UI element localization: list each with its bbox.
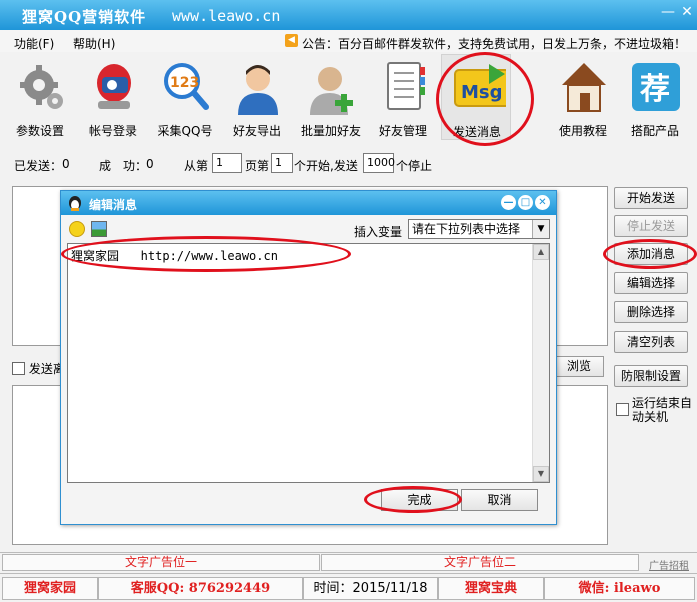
- send-count-input[interactable]: 1000: [363, 153, 395, 173]
- tool-batch-add[interactable]: 批量加好友: [296, 54, 366, 140]
- recommend-icon-text: 荐: [640, 72, 670, 107]
- user-icon: [238, 65, 278, 115]
- clear-list-button[interactable]: 清空列表: [614, 331, 688, 353]
- scroll-up-arrow-icon[interactable]: ▲: [533, 244, 549, 260]
- penguin-icon: [69, 196, 81, 211]
- stop-send-button[interactable]: 停止发送: [614, 215, 688, 237]
- auto-shutdown-label: 运行结束自动关机: [632, 396, 693, 424]
- insert-variable-label: 插入变量: [354, 225, 403, 239]
- cancel-button[interactable]: 取消: [461, 489, 538, 511]
- tool-export-friends[interactable]: 好友导出: [222, 54, 292, 140]
- anti-limit-settings-button[interactable]: 防限制设置: [614, 365, 688, 387]
- ad-slot-two[interactable]: 文字广告位二: [321, 554, 639, 571]
- app-title: 狸窝QQ营销软件: [22, 8, 147, 26]
- success-value: 0: [146, 157, 154, 171]
- qq-login-icon: [97, 64, 131, 109]
- recommend-icon: 荐: [632, 63, 680, 111]
- tool-label: 参数设置: [15, 124, 64, 138]
- insert-variable-select[interactable]: 请在下拉列表中选择 ▼: [408, 219, 550, 239]
- start-send-button[interactable]: 开始发送: [614, 187, 688, 209]
- tool-login[interactable]: 帐号登录: [78, 54, 148, 140]
- scroll-down-arrow-icon[interactable]: ▼: [533, 466, 549, 482]
- tool-bundle-products[interactable]: 荐 搭配产品: [620, 54, 690, 140]
- toolbar: 参数设置 帐号登录 123 采集QQ号 好友导出 批量加好友 好友管理 Msg …: [0, 52, 697, 142]
- app-url: www.leawo.cn: [172, 7, 281, 25]
- annotation-ring-finish: [364, 486, 462, 513]
- treasure-link[interactable]: 狸窝宝典: [438, 577, 544, 600]
- minimize-button[interactable]: —: [659, 4, 677, 22]
- dialog-maximize-button[interactable]: □: [518, 195, 533, 210]
- start-send-label: 个开始,发送: [294, 159, 358, 173]
- ad-bar: 文字广告位一 文字广告位二 广告招租: [0, 552, 697, 572]
- message-editor[interactable]: 狸窝家园 http://www.leawo.cn ▲ ▼: [67, 243, 550, 483]
- tool-collect-qq[interactable]: 123 采集QQ号: [150, 54, 220, 140]
- send-offline-checkbox[interactable]: [12, 362, 25, 375]
- emoji-icon[interactable]: [69, 221, 85, 237]
- edit-selected-button[interactable]: 编辑选择: [614, 272, 688, 294]
- announcement-text: 公告：百分百邮件群发软件，支持免费试用，日发上万条，不进垃圾箱！: [302, 37, 687, 51]
- ad-slot-one[interactable]: 文字广告位一: [2, 554, 320, 571]
- menu-help[interactable]: 帮助(H): [73, 35, 115, 52]
- magnifier-123-icon: 123: [164, 63, 209, 110]
- tool-tutorial[interactable]: 使用教程: [548, 54, 618, 140]
- browse-button[interactable]: 浏览: [554, 356, 604, 377]
- ad-rent-link[interactable]: 广告招租: [649, 557, 689, 572]
- chevron-down-icon[interactable]: ▼: [532, 220, 549, 238]
- menu-bar: 功能(F) 帮助(H) ◀ 公告：百分百邮件群发软件，支持免费试用，日发上万条，…: [0, 30, 697, 52]
- time-display: 时间：2015/11/18: [303, 577, 438, 600]
- send-offline-option[interactable]: 发送离: [12, 360, 65, 377]
- tool-label: 搭配产品: [630, 124, 679, 138]
- page-suffix-label: 页第: [245, 159, 270, 173]
- success-label: 成 功：: [99, 159, 148, 173]
- dialog-title-bar[interactable]: 编辑消息 — □ ✕: [61, 191, 556, 215]
- auto-shutdown-checkbox[interactable]: [616, 403, 629, 416]
- tool-label: 好友导出: [232, 124, 281, 138]
- tool-settings[interactable]: 参数设置: [5, 54, 75, 140]
- insert-variable-value: 请在下拉列表中选择: [412, 222, 521, 236]
- stats-bar: 已发送： 0 成 功： 0 从第 1 页第 1 个开始,发送 1000 个停止: [0, 150, 697, 178]
- dialog-close-button[interactable]: ✕: [535, 195, 550, 210]
- tool-label: 使用教程: [558, 124, 607, 138]
- sent-value: 0: [62, 157, 70, 171]
- from-page-label: 从第: [184, 159, 209, 173]
- stop-label: 个停止: [396, 159, 433, 173]
- gear-icon: [20, 65, 63, 109]
- delete-selected-button[interactable]: 删除选择: [614, 301, 688, 323]
- house-icon: [562, 63, 606, 112]
- service-qq[interactable]: 客服QQ: 876292449: [98, 577, 303, 600]
- from-page-input[interactable]: 1: [212, 153, 242, 173]
- tool-label: 好友管理: [378, 124, 427, 138]
- menu-function[interactable]: 功能(F): [14, 35, 54, 52]
- title-bar: 狸窝QQ营销软件 www.leawo.cn — ✕: [0, 0, 697, 30]
- add-user-icon: [310, 67, 353, 115]
- svg-text:123: 123: [170, 75, 199, 91]
- wechat-id[interactable]: 微信: ileawo: [544, 577, 695, 600]
- tool-friend-manage[interactable]: 好友管理: [368, 54, 438, 140]
- address-book-icon: [387, 62, 425, 110]
- time-value: 2015/11/18: [352, 581, 428, 596]
- close-button[interactable]: ✕: [678, 4, 696, 22]
- insert-image-icon[interactable]: [91, 221, 107, 237]
- dialog-minimize-button[interactable]: —: [501, 195, 516, 210]
- speaker-icon: ◀: [285, 34, 298, 47]
- tool-label: 批量加好友: [300, 124, 361, 138]
- annotation-ring-send: [436, 52, 534, 146]
- start-item-input[interactable]: 1: [271, 153, 293, 173]
- tool-label: 采集QQ号: [157, 124, 213, 138]
- app-window: 狸窝QQ营销软件 www.leawo.cn — ✕ 功能(F) 帮助(H) ◀ …: [0, 0, 697, 602]
- status-bar: 狸窝家园 客服QQ: 876292449 时间：2015/11/18 狸窝宝典 …: [0, 573, 697, 602]
- annotation-ring-message: [61, 236, 351, 272]
- editor-scrollbar[interactable]: ▲ ▼: [532, 244, 549, 482]
- dialog-title: 编辑消息: [89, 198, 138, 212]
- brand-link[interactable]: 狸窝家园: [2, 577, 98, 600]
- sent-label: 已发送：: [14, 159, 63, 173]
- tool-label: 帐号登录: [88, 124, 137, 138]
- annotation-ring-add: [603, 239, 697, 269]
- time-label: 时间：: [313, 581, 353, 596]
